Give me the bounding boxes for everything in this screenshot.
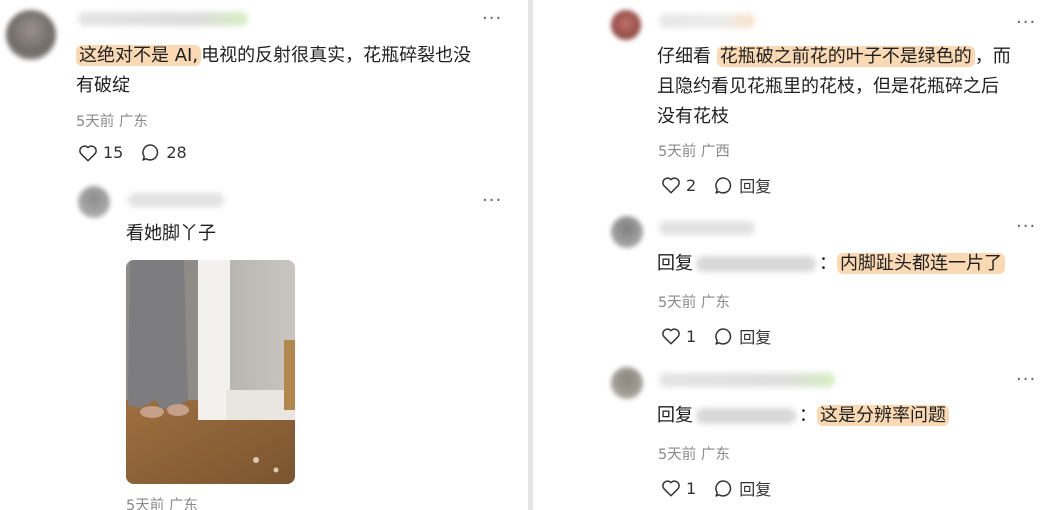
highlight-text: 这绝对不是 AI, (76, 45, 202, 66)
like-count: 15 (103, 143, 124, 162)
heart-icon (662, 177, 680, 194)
reply-meta: 5天前 广东 (658, 295, 730, 311)
username-blurred[interactable] (659, 14, 755, 28)
mentioned-user-blurred[interactable] (696, 408, 796, 424)
comment-bubble-icon (715, 327, 732, 345)
reply-image[interactable] (126, 260, 295, 484)
comment-meta: 5天前 广西 (658, 144, 730, 160)
like-button[interactable]: 15 (78, 143, 123, 162)
photo-illustration (126, 260, 295, 484)
heart-icon (662, 480, 680, 497)
reply-more-options-icon[interactable]: ··· (482, 192, 502, 210)
highlight-text: 内脚趾头都连一片了 (837, 253, 1005, 274)
like-button[interactable]: 1 (661, 479, 696, 498)
reply-actions: 1 回复 (661, 476, 789, 500)
highlight-text: 花瓶破之前花的叶子不是绿色的 (716, 46, 975, 67)
reply-label: 回复 (739, 177, 772, 196)
reply-text: 回复：内脚趾头都连一片了 (657, 249, 1005, 279)
reply-actions: 1 回复 (661, 324, 789, 348)
heart-icon (662, 328, 680, 345)
reply-button[interactable]: 回复 (714, 324, 771, 348)
more-options-icon[interactable]: ··· (1016, 14, 1036, 32)
reply-avatar[interactable] (611, 216, 643, 248)
comment-text: 仔细看 花瓶破之前花的叶子不是绿色的 ，而 且隐约看见花瓶里的花枝，但是花瓶碎之后… (657, 46, 1011, 127)
reply-username-blurred[interactable] (659, 373, 835, 387)
comment-bubble-icon (715, 479, 732, 497)
avatar[interactable] (611, 10, 641, 40)
reply-label: 回复 (739, 480, 772, 499)
left-comment-panel: ··· 这绝对不是 AI, 电视的反射很真实，花瓶碎裂也没 有破绽 5天前 广东 … (0, 0, 528, 510)
reply-text: 回复：这是分辨率问题 (657, 401, 949, 431)
like-button[interactable]: 2 (661, 176, 696, 195)
comment-actions: 2 回复 (661, 173, 789, 197)
like-button[interactable]: 1 (661, 327, 696, 346)
reply-meta: 5天前 广东 (658, 447, 730, 463)
comment-button[interactable]: 28 (141, 143, 187, 162)
reply-button[interactable]: 回复 (714, 476, 771, 500)
reply-button[interactable]: 回复 (714, 173, 771, 197)
reply-text: 看她脚丫子 (126, 223, 216, 244)
comment-actions: 15 28 (78, 143, 205, 162)
like-count: 1 (686, 478, 697, 498)
reply-username-blurred[interactable] (659, 221, 755, 235)
right-comment-panel: ··· 仔细看 花瓶破之前花的叶子不是绿色的 ，而 且隐约看见花瓶里的花枝，但是花… (533, 0, 1060, 510)
avatar[interactable] (6, 10, 56, 60)
comment-bubble-icon (715, 176, 732, 194)
mentioned-user-blurred[interactable] (696, 256, 816, 272)
comment-text: 这绝对不是 AI, 电视的反射很真实，花瓶碎裂也没 有破绽 (76, 45, 472, 96)
comment-bubble-icon (142, 144, 159, 161)
highlight-text: 这是分辨率问题 (817, 405, 949, 426)
reply-username-blurred[interactable] (128, 193, 224, 207)
heart-icon (79, 144, 97, 162)
like-count: 1 (686, 326, 697, 346)
username-blurred[interactable] (78, 12, 248, 26)
comment-count: 28 (166, 143, 187, 162)
reply-label: 回复 (739, 328, 772, 347)
reply-avatar[interactable] (78, 186, 110, 218)
reply-more-options-icon[interactable]: ··· (1016, 371, 1036, 389)
reply-avatar[interactable] (611, 367, 643, 399)
reply-more-options-icon[interactable]: ··· (1016, 218, 1036, 236)
like-count: 2 (686, 175, 697, 195)
reply-meta: 5天前 广东 (126, 498, 198, 510)
more-options-icon[interactable]: ··· (482, 10, 502, 28)
comment-meta: 5天前 广东 (76, 114, 148, 130)
